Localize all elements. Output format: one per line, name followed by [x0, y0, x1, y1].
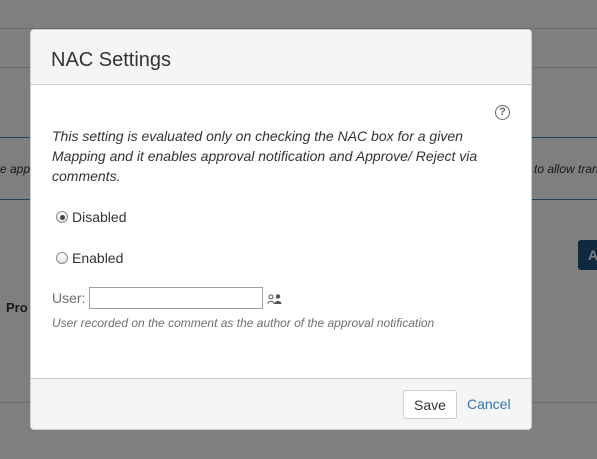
radio-enabled[interactable]: [56, 252, 68, 264]
page: e appr to allow tran Pro A NAC Settings …: [0, 0, 597, 459]
description-text: This setting is evaluated only on checki…: [52, 128, 478, 184]
radio-disabled-label: Disabled: [72, 209, 127, 225]
radio-option-enabled[interactable]: Enabled: [56, 250, 123, 266]
help-icon[interactable]: ?: [495, 105, 510, 120]
radio-enabled-label: Enabled: [72, 250, 124, 266]
dialog-title: NAC Settings: [51, 49, 172, 71]
cancel-link[interactable]: Cancel: [467, 396, 511, 412]
user-input[interactable]: [89, 287, 263, 309]
radio-disabled[interactable]: [56, 211, 68, 223]
save-button[interactable]: Save: [403, 390, 457, 419]
dialog-footer: Save Cancel: [31, 378, 531, 429]
nac-settings-dialog: NAC Settings ? This setting is evaluated…: [30, 29, 532, 430]
user-picker-icon[interactable]: [267, 292, 283, 305]
user-helper-text: User recorded on the comment as the auth…: [52, 316, 435, 330]
radio-option-disabled[interactable]: Disabled: [56, 209, 126, 225]
user-field-label: User:: [52, 290, 86, 306]
dialog-header: NAC Settings: [31, 30, 531, 85]
